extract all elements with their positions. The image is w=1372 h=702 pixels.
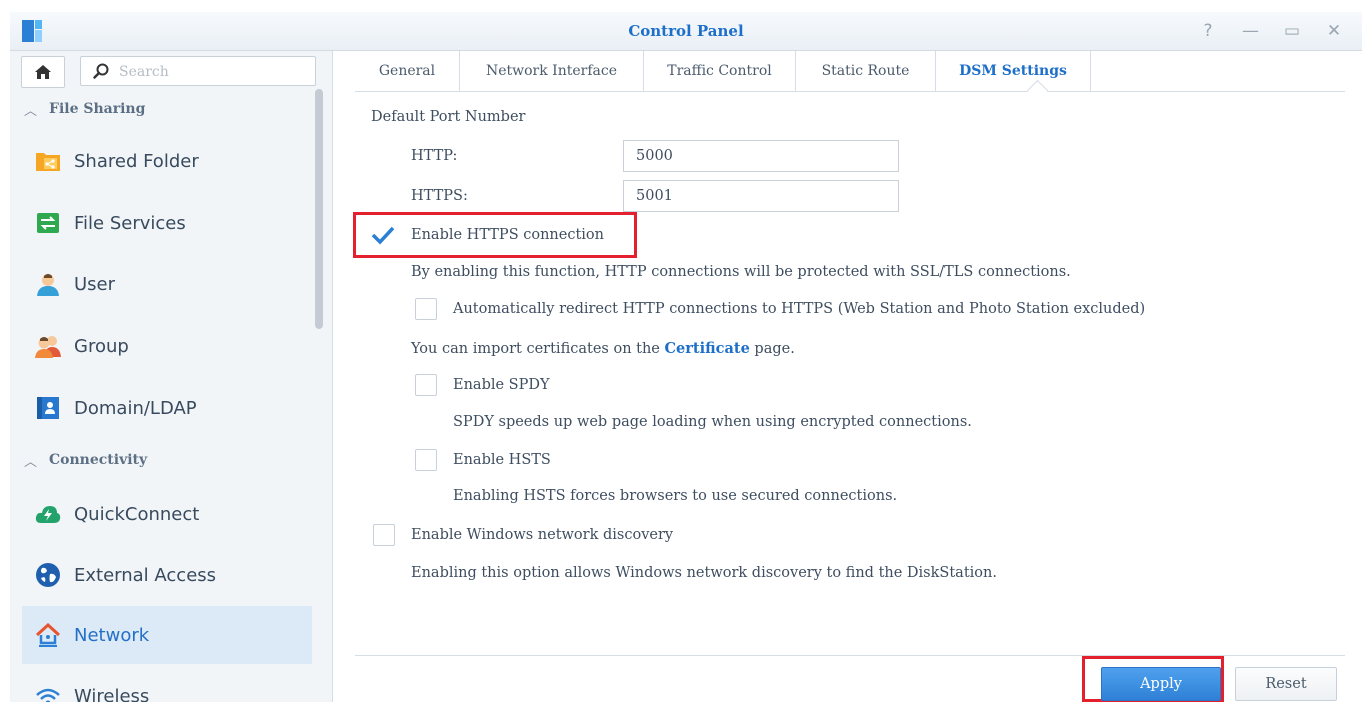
sidebar-item-label: Wireless: [74, 685, 150, 702]
sidebar-item-label: User: [74, 273, 116, 295]
enable-spdy-label[interactable]: Enable SPDY: [453, 377, 550, 393]
quickconnect-icon: [34, 500, 62, 528]
sidebar-item-user[interactable]: User: [22, 255, 312, 313]
sidebar-item-file-services[interactable]: File Services: [22, 194, 312, 252]
checkbox-enable-spdy[interactable]: [415, 374, 437, 396]
checkbox-enable-hsts[interactable]: [415, 449, 437, 471]
sidebar-item-label: Domain/LDAP: [74, 397, 197, 419]
tab-traffic-control[interactable]: Traffic Control: [643, 51, 795, 91]
group-icon: [34, 332, 62, 360]
certificate-text-after: page.: [754, 341, 795, 357]
enable-https-label[interactable]: Enable HTTPS connection: [411, 227, 604, 243]
section-header-label: File Sharing: [49, 101, 146, 117]
minimize-icon[interactable]: —: [1242, 20, 1259, 42]
http-label: HTTP:: [411, 148, 458, 164]
sidebar-item-quickconnect[interactable]: QuickConnect: [22, 485, 312, 543]
domain-ldap-icon: [34, 394, 62, 422]
tab-static-route[interactable]: Static Route: [795, 51, 935, 91]
checkbox-windows-discovery[interactable]: [373, 524, 395, 546]
sidebar-item-network[interactable]: Network: [22, 606, 312, 664]
reset-button[interactable]: Reset: [1235, 667, 1337, 701]
section-header-file-sharing[interactable]: ︿ File Sharing: [24, 97, 145, 121]
user-icon: [34, 270, 62, 298]
windows-discovery-label[interactable]: Enable Windows network discovery: [411, 527, 673, 543]
sidebar-item-label: File Services: [74, 212, 186, 234]
http-port-field[interactable]: 5000: [623, 140, 899, 172]
sidebar-scrollbar[interactable]: [315, 89, 323, 329]
chevron-up-icon: ︿: [24, 103, 38, 119]
sidebar-item-label: External Access: [74, 564, 217, 586]
certificate-link[interactable]: Certificate: [665, 340, 750, 357]
sidebar-item-shared-folder[interactable]: Shared Folder: [22, 132, 312, 190]
sidebar-item-label: Group: [74, 335, 129, 357]
file-services-icon: [34, 209, 62, 237]
external-access-icon: [34, 561, 62, 589]
maximize-icon[interactable]: ▭: [1284, 20, 1300, 42]
sidebar-item-label: QuickConnect: [74, 503, 200, 525]
certificate-text: You can import certificates on the Certi…: [411, 340, 795, 357]
main-panel: General Network Interface Traffic Contro…: [333, 51, 1362, 702]
tab-general[interactable]: General: [355, 51, 459, 91]
certificate-text-before: You can import certificates on the: [411, 341, 660, 357]
close-icon[interactable]: ✕: [1326, 20, 1342, 42]
spdy-description: SPDY speeds up web page loading when usi…: [453, 414, 972, 430]
title-bar: Control Panel ? — ▭ ✕: [10, 12, 1362, 51]
https-label: HTTPS:: [411, 188, 468, 204]
sidebar-item-label: Shared Folder: [74, 150, 199, 172]
port-heading: Default Port Number: [371, 109, 526, 125]
chevron-up-icon: ︿: [24, 454, 38, 470]
https-description: By enabling this function, HTTP connecti…: [411, 264, 1071, 280]
home-icon: [35, 65, 51, 79]
checkbox-enable-https[interactable]: [371, 225, 395, 245]
checkbox-redirect-https[interactable]: [415, 298, 437, 320]
redirect-label[interactable]: Automatically redirect HTTP connections …: [453, 301, 1145, 317]
sidebar-item-external-access[interactable]: External Access: [22, 546, 312, 604]
tab-network-interface[interactable]: Network Interface: [459, 51, 643, 91]
enable-hsts-label[interactable]: Enable HSTS: [453, 452, 551, 468]
hsts-description: Enabling HSTS forces browsers to use sec…: [453, 488, 898, 504]
network-icon: [34, 621, 62, 649]
sidebar-item-wireless[interactable]: Wireless: [22, 667, 312, 702]
search-icon: [93, 63, 109, 79]
sidebar-item-domain-ldap[interactable]: Domain/LDAP: [22, 379, 312, 437]
search-input[interactable]: [117, 61, 311, 83]
search-box[interactable]: [80, 56, 316, 86]
shared-folder-icon: [34, 147, 62, 175]
apply-button[interactable]: Apply: [1101, 667, 1221, 701]
section-header-label: Connectivity: [49, 452, 148, 468]
section-header-connectivity[interactable]: ︿ Connectivity: [24, 448, 147, 472]
wireless-icon: [34, 682, 62, 702]
help-icon[interactable]: ?: [1200, 20, 1216, 42]
tab-bar: General Network Interface Traffic Contro…: [355, 51, 1345, 102]
windows-discovery-description: Enabling this option allows Windows netw…: [411, 565, 997, 581]
sidebar: ︿ File Sharing Shared Folder File Servic…: [10, 51, 333, 702]
tab-dsm-settings[interactable]: DSM Settings: [935, 51, 1091, 91]
sidebar-item-label: Network: [74, 624, 150, 646]
https-port-field[interactable]: 5001: [623, 180, 899, 212]
window-title: Control Panel: [628, 22, 744, 40]
sidebar-item-group[interactable]: Group: [22, 317, 312, 375]
home-button[interactable]: [21, 56, 65, 88]
